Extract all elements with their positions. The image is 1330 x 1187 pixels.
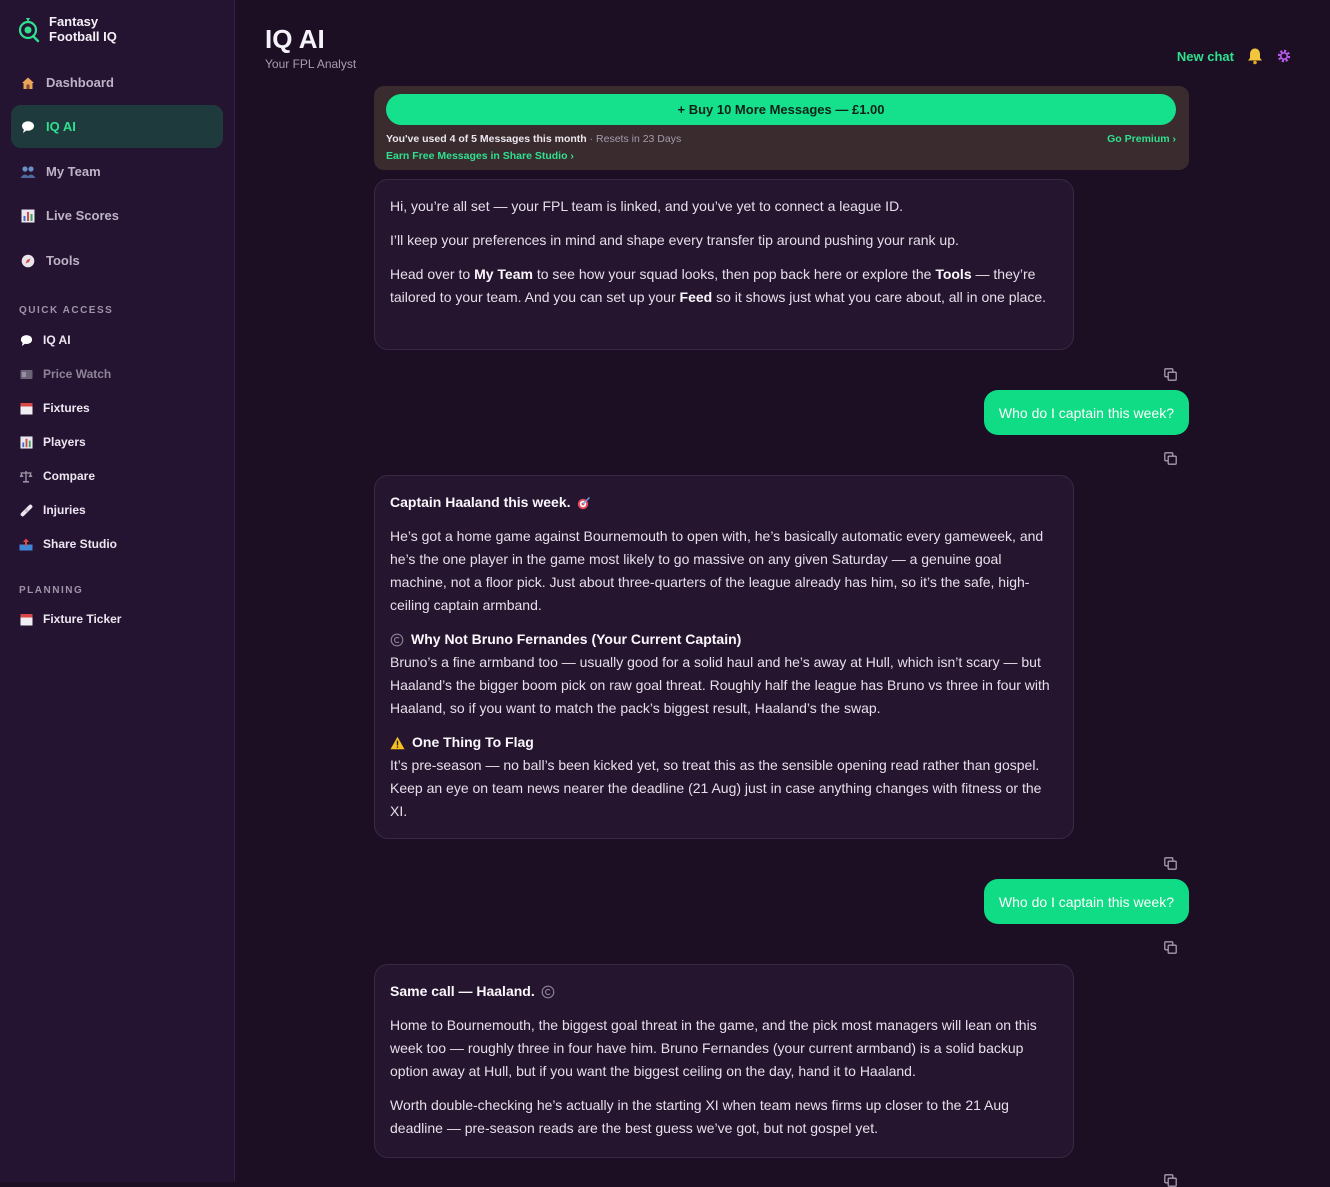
earn-free-messages-link[interactable]: Earn Free Messages in Share Studio › <box>386 150 574 162</box>
user-message: Who do I captain this week? <box>983 879 1189 924</box>
sidebar-item-my-team[interactable]: My Team <box>11 150 223 193</box>
header-actions: New chat <box>1177 47 1292 65</box>
dart-icon <box>577 496 590 509</box>
quick-item-price-watch[interactable]: Price Watch <box>19 364 111 384</box>
quick-item-fixtures[interactable]: Fixtures <box>19 398 90 418</box>
message-title: Captain Haaland this week. <box>390 494 571 510</box>
sidebar-item-iq-ai[interactable]: IQ AI <box>11 105 223 148</box>
copy-icon[interactable] <box>1164 857 1177 870</box>
usage-count-text: You've used 4 of 5 Messages this month <box>386 133 587 145</box>
quick-item-label: Injuries <box>43 503 86 517</box>
sidebar-item-label: Live Scores <box>46 208 119 223</box>
bell-icon[interactable] <box>1246 47 1264 65</box>
copy-icon[interactable] <box>1164 941 1177 954</box>
message-subheading: Why Not Bruno Fernandes (Your Current Ca… <box>390 628 1058 651</box>
logo-icon <box>18 18 40 43</box>
quick-item-compare[interactable]: Compare <box>19 466 95 486</box>
message-heading: Captain Haaland this week. <box>390 491 1058 514</box>
feed-mention: Feed <box>679 289 713 305</box>
quick-item-label: Fixture Ticker <box>43 612 122 626</box>
message-subheading: One Thing To Flag <box>390 731 1058 754</box>
price-tag-icon <box>19 367 33 381</box>
sidebar-item-label: Tools <box>46 253 80 268</box>
bar-chart-icon <box>19 435 33 449</box>
bandage-icon <box>19 503 33 517</box>
sidebar-item-label: IQ AI <box>46 119 76 134</box>
sidebar-item-dashboard[interactable]: Dashboard <box>11 61 223 104</box>
usage-status: You've used 4 of 5 Messages this month ·… <box>386 133 681 145</box>
copyright-icon <box>541 985 555 998</box>
quick-item-share-studio[interactable]: Share Studio <box>19 534 117 554</box>
user-message: Who do I captain this week? <box>983 390 1189 435</box>
scales-icon <box>19 469 33 483</box>
resets-text: · Resets in 23 Days <box>586 133 682 145</box>
quick-access-heading: QUICK ACCESS <box>19 305 114 316</box>
scrollbar[interactable] <box>1322 0 1330 1182</box>
share-tray-icon <box>19 537 33 551</box>
message-paragraph: Home to Bournemouth, the biggest goal th… <box>390 1017 1037 1079</box>
quick-item-label: Price Watch <box>43 367 112 381</box>
buy-messages-button[interactable]: + Buy 10 More Messages — £1.00 <box>386 94 1176 125</box>
message-paragraph: He’s got a home game against Bournemouth… <box>390 528 1044 613</box>
gear-icon[interactable] <box>1276 48 1292 64</box>
message-title: Same call — Haaland. <box>390 983 535 999</box>
quick-item-label: IQ AI <box>43 333 71 347</box>
brand[interactable]: Fantasy Football IQ <box>17 14 139 44</box>
sidebar-item-label: Dashboard <box>46 75 114 90</box>
brand-name-line1: Fantasy <box>49 14 99 29</box>
copy-icon[interactable] <box>1164 368 1177 381</box>
quick-item-label: Fixtures <box>43 401 90 415</box>
my-team-mention: My Team <box>474 266 533 282</box>
subheading-text: Why Not Bruno Fernandes (Your Current Ca… <box>411 631 742 647</box>
message-paragraph: Head over to My Team to see how your squ… <box>390 266 1047 305</box>
quick-item-fixture-ticker[interactable]: Fixture Ticker <box>19 609 121 629</box>
page-subtitle: Your FPL Analyst <box>265 57 357 71</box>
sidebar-item-tools[interactable]: Tools <box>11 239 223 282</box>
quick-item-label: Players <box>43 435 86 449</box>
assistant-message: Captain Haaland this week. He’s got a ho… <box>374 475 1074 839</box>
quick-item-players[interactable]: Players <box>19 432 86 452</box>
bar-chart-icon <box>20 208 36 224</box>
calendar-icon <box>19 401 33 415</box>
calendar-icon <box>19 612 33 626</box>
sidebar-item-label: My Team <box>46 164 101 179</box>
quick-item-iq-ai[interactable]: IQ AI <box>19 330 71 350</box>
house-icon <box>20 75 36 91</box>
assistant-message: Same call — Haaland. Home to Bournemouth… <box>374 964 1074 1158</box>
sidebar: Fantasy Football IQ Dashboard IQ AI My T… <box>0 0 235 1182</box>
message-paragraph: I’ll keep your preferences in mind and s… <box>390 232 959 248</box>
tools-mention: Tools <box>935 266 972 282</box>
message-paragraph: Worth double-checking he’s actually in t… <box>390 1097 1009 1136</box>
sidebar-item-live-scores[interactable]: Live Scores <box>11 194 223 237</box>
message-heading: Same call — Haaland. <box>390 980 1058 1003</box>
quick-item-injuries[interactable]: Injuries <box>19 500 86 520</box>
new-chat-button[interactable]: New chat <box>1177 49 1234 64</box>
compass-icon <box>20 253 36 269</box>
upsell-banner: + Buy 10 More Messages — £1.00 You've us… <box>374 86 1189 170</box>
go-premium-link[interactable]: Go Premium › <box>1107 133 1176 145</box>
brand-name-line2: Football IQ <box>49 29 117 44</box>
speech-bubble-icon <box>19 333 33 347</box>
message-paragraph: Bruno’s a fine armband too — usually goo… <box>390 654 1050 716</box>
people-icon <box>20 164 36 180</box>
copyright-icon <box>390 633 404 646</box>
copy-icon[interactable] <box>1164 1174 1177 1187</box>
page-title: IQ AI <box>265 24 325 54</box>
subheading-text: One Thing To Flag <box>412 734 534 750</box>
message-paragraph: It’s pre-season — no ball’s been kicked … <box>390 757 1042 819</box>
copy-icon[interactable] <box>1164 452 1177 465</box>
assistant-message: Hi, you’re all set — your FPL team is li… <box>374 179 1074 350</box>
quick-item-label: Share Studio <box>43 537 118 551</box>
warning-icon <box>390 736 405 749</box>
speech-bubble-icon <box>20 119 36 135</box>
planning-heading: PLANNING <box>19 585 84 596</box>
message-paragraph: Hi, you’re all set — your FPL team is li… <box>390 198 904 214</box>
quick-item-label: Compare <box>43 469 96 483</box>
